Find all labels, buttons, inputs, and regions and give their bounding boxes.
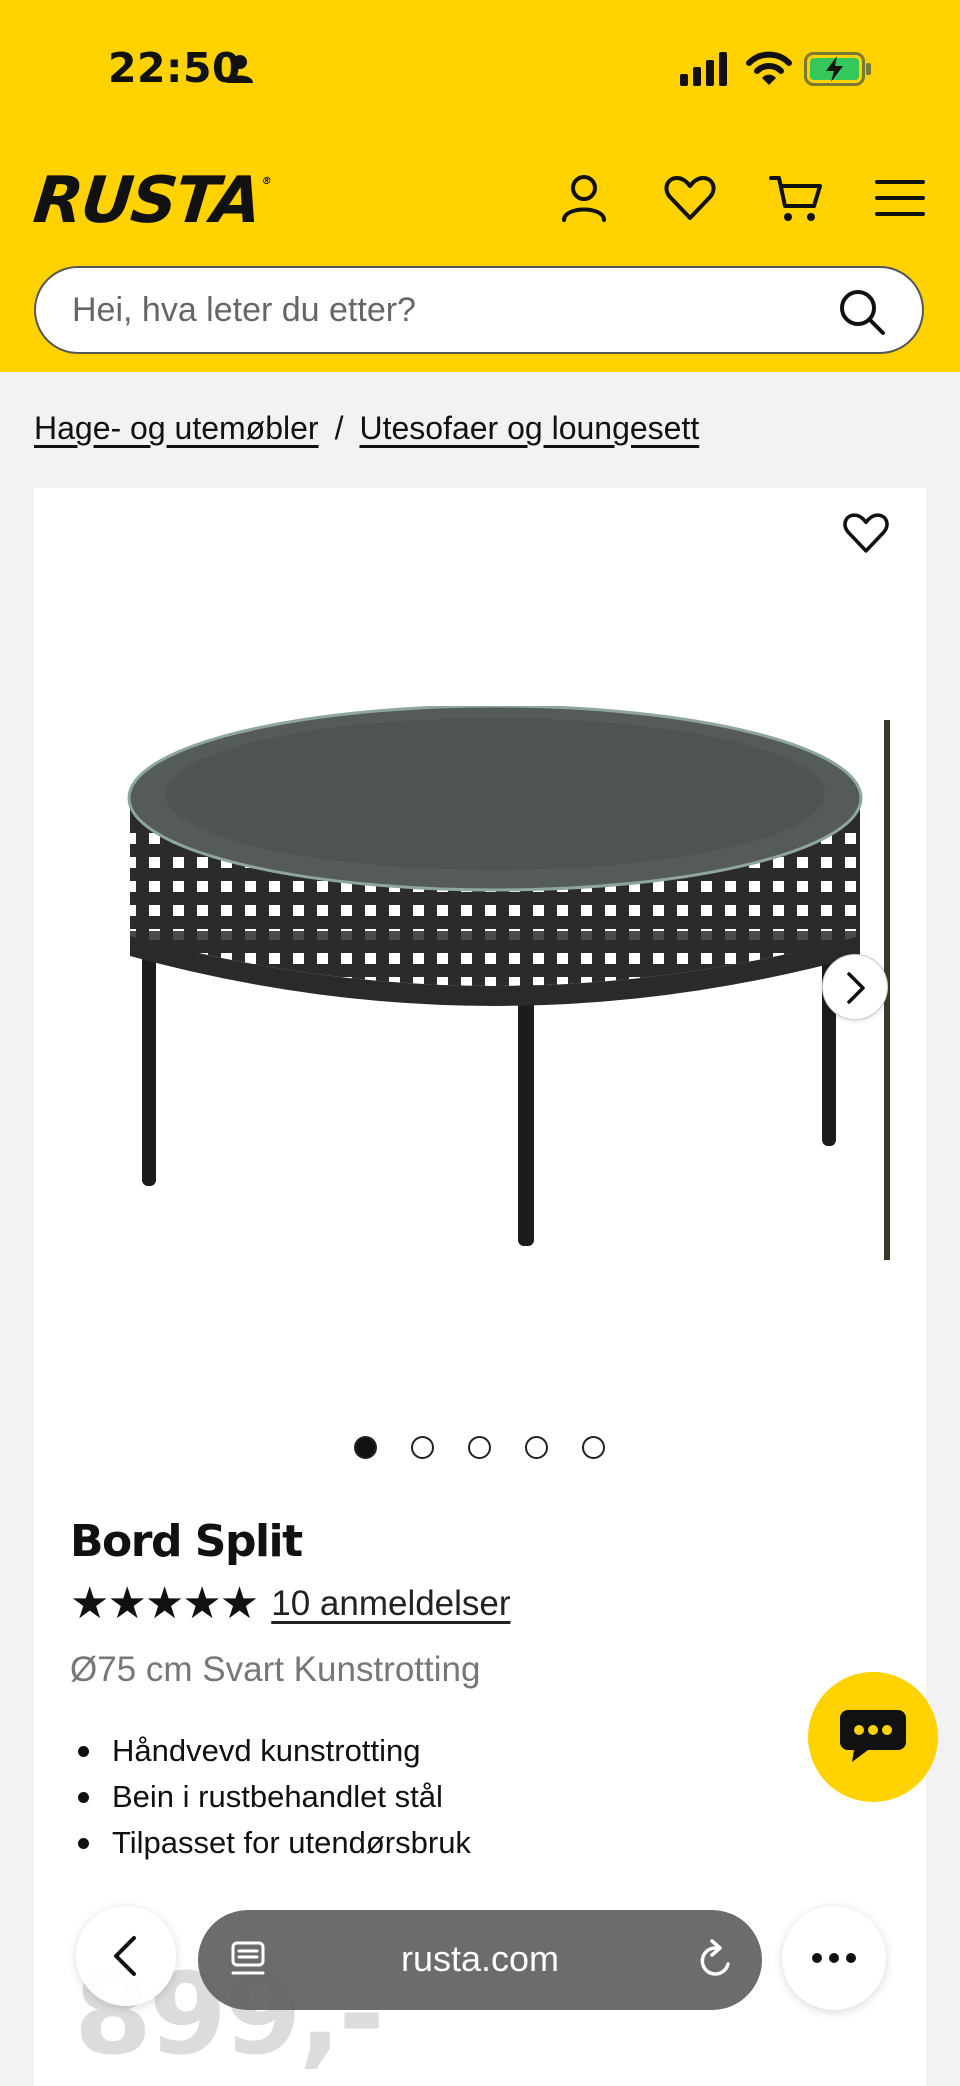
gallery-dot[interactable] — [468, 1436, 491, 1459]
signal-icon — [680, 52, 727, 86]
more-icon — [812, 1953, 856, 1963]
next-image-button[interactable] — [822, 954, 888, 1020]
gallery-pagination — [354, 1436, 605, 1459]
heart-icon[interactable] — [662, 170, 718, 226]
status-bar: 22:50 — [0, 0, 960, 140]
feature-list: Håndvevd kunstrotting Bein i rustbehandl… — [70, 1728, 471, 1866]
product-title: Bord Split — [70, 1516, 303, 1567]
browser-more-button[interactable] — [782, 1906, 886, 2010]
feature-item: Bein i rustbehandlet stål — [70, 1774, 471, 1820]
battery-charging-icon — [804, 52, 871, 86]
status-time: 22:50 — [108, 44, 242, 92]
reload-icon[interactable] — [696, 1938, 736, 1982]
reviews-link[interactable]: 10 anmeldelser — [271, 1584, 510, 1624]
product-rating: ★★★★★ 10 anmeldelser — [70, 1578, 511, 1629]
product-variant: Ø75 cm Svart Kunstrotting — [70, 1650, 481, 1689]
cart-icon[interactable] — [768, 170, 824, 226]
product-card: Bord Split ★★★★★ 10 anmeldelser Ø75 cm S… — [34, 488, 926, 2086]
product-image[interactable] — [94, 706, 904, 1266]
gallery-dot[interactable] — [525, 1436, 548, 1459]
breadcrumb-link-hage[interactable]: Hage- og utemøbler — [34, 410, 319, 446]
chat-button[interactable] — [808, 1672, 938, 1802]
gallery-dot[interactable] — [582, 1436, 605, 1459]
chevron-left-icon — [114, 1936, 136, 1976]
breadcrumb: Hage- og utemøbler / Utesofaer og loungese… — [34, 410, 699, 447]
logo-text: RUSTA — [30, 164, 264, 238]
wifi-icon — [746, 51, 792, 85]
gallery-dot[interactable] — [354, 1436, 377, 1459]
feature-item: Tilpasset for utendørsbruk — [70, 1820, 471, 1866]
rusta-logo[interactable]: RUSTA® — [30, 164, 271, 238]
chat-icon — [840, 1710, 906, 1762]
person-icon — [227, 55, 253, 83]
chevron-right-icon — [847, 972, 865, 1004]
address-bar[interactable]: rusta.com — [198, 1910, 762, 2010]
search-bar[interactable] — [34, 266, 924, 354]
favorite-heart-icon[interactable] — [840, 508, 892, 558]
gallery-dot[interactable] — [411, 1436, 434, 1459]
feature-item: Håndvevd kunstrotting — [70, 1728, 471, 1774]
menu-icon[interactable] — [872, 170, 928, 226]
search-input[interactable] — [72, 286, 832, 334]
search-icon[interactable] — [838, 288, 886, 336]
breadcrumb-link-utesofaer[interactable]: Utesofaer og loungesett — [359, 410, 699, 446]
site-header: 22:50 RUSTA® — [0, 0, 960, 372]
account-icon[interactable] — [556, 170, 612, 226]
rating-stars: ★★★★★ — [70, 1578, 259, 1629]
breadcrumb-separator: / — [334, 410, 344, 446]
browser-back-button[interactable] — [76, 1906, 176, 2006]
url-text: rusta.com — [400, 1938, 560, 1979]
